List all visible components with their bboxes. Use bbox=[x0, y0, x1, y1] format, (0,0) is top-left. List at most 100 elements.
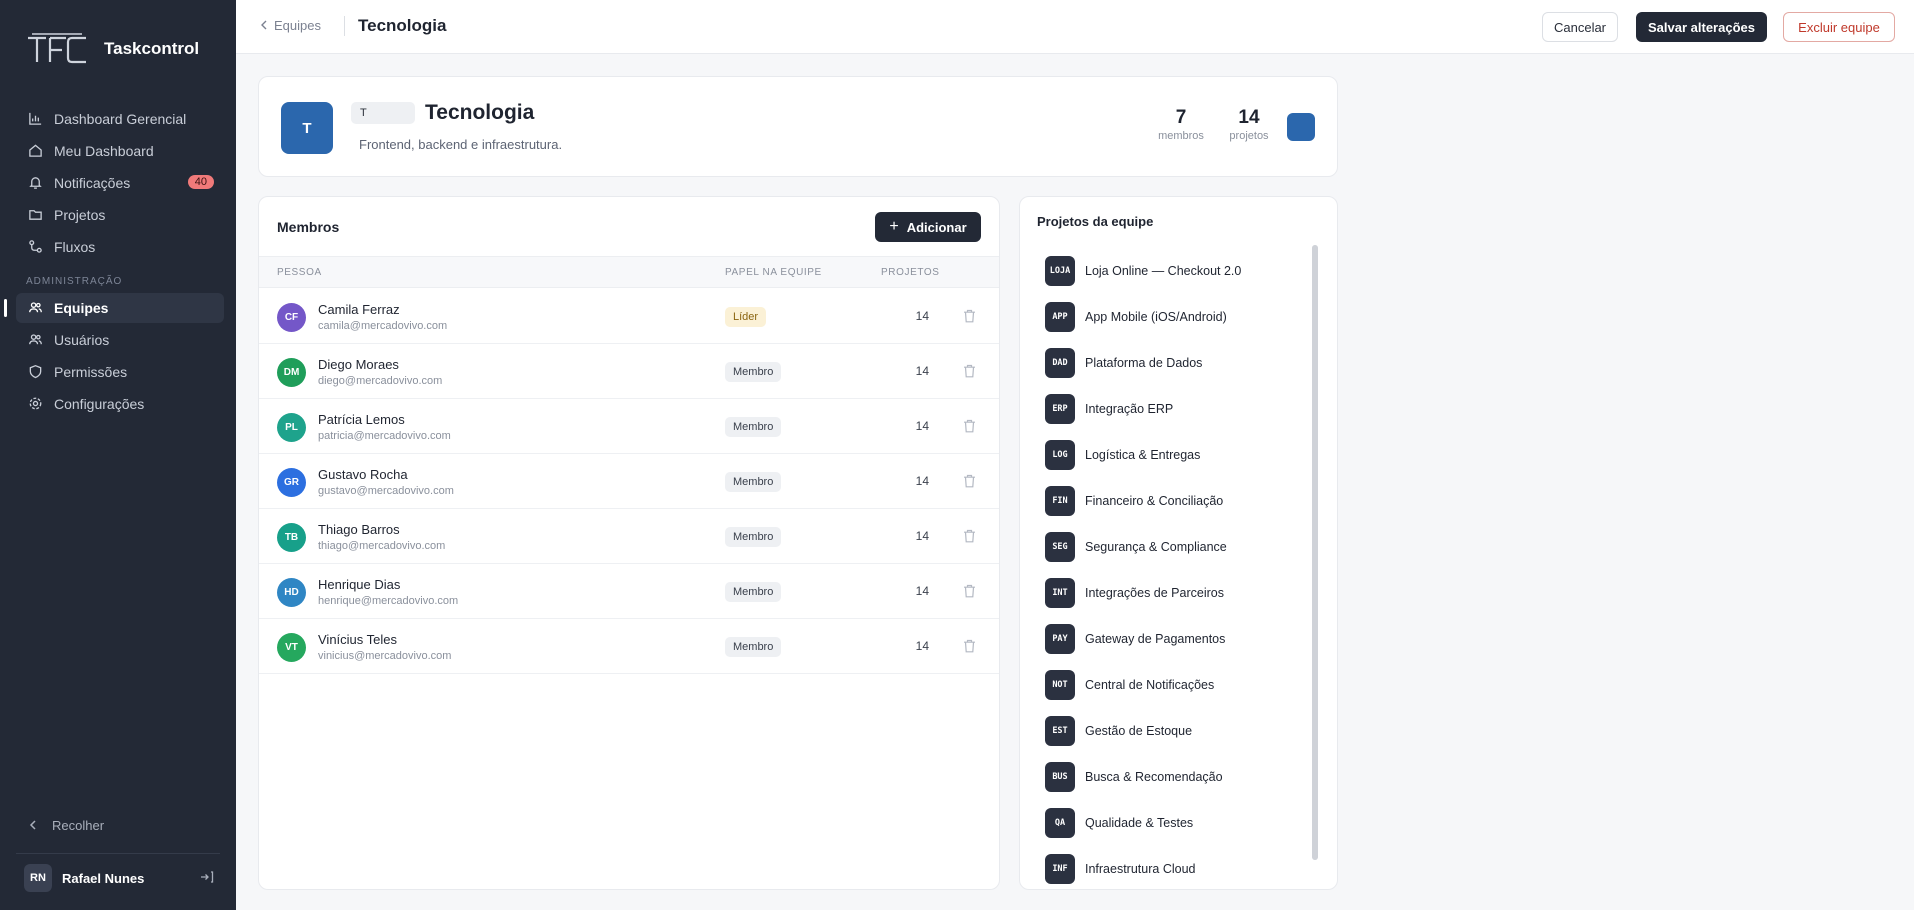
table-row[interactable]: TB Thiago Barros thiago@mercadovivo.com Mem… bbox=[259, 509, 999, 564]
page-title: Tecnologia bbox=[358, 16, 447, 35]
member-projects-count: 14 bbox=[915, 639, 929, 653]
sidebar-item-dashboard-gerencial[interactable]: Dashboard Gerencial bbox=[16, 104, 224, 134]
sidebar-item-fluxos[interactable]: Fluxos bbox=[16, 232, 224, 262]
projects-scrollbar[interactable] bbox=[1312, 245, 1318, 860]
member-projects-count: 14 bbox=[915, 419, 929, 433]
logout-icon[interactable] bbox=[200, 870, 214, 887]
sidebar-item-meu-dashboard[interactable]: Meu Dashboard bbox=[16, 136, 224, 166]
role-badge[interactable]: Membro bbox=[725, 637, 782, 657]
sidebar-item-usuarios[interactable]: Usuários bbox=[16, 325, 224, 355]
trash-icon[interactable] bbox=[963, 474, 976, 491]
user-profile[interactable]: RN Rafael Nunes bbox=[24, 864, 214, 892]
project-name: Loja Online — Checkout 2.0 bbox=[1085, 264, 1242, 278]
list-item[interactable]: NOT Central de Notificações bbox=[1045, 662, 1315, 708]
list-item[interactable]: DAD Plataforma de Dados bbox=[1045, 340, 1315, 386]
team-description[interactable]: Frontend, backend e infraestrutura. bbox=[359, 137, 562, 152]
project-name: Integrações de Parceiros bbox=[1085, 586, 1224, 600]
list-item[interactable]: INF Infraestrutura Cloud bbox=[1045, 846, 1315, 889]
breadcrumb[interactable]: Equipes bbox=[260, 18, 321, 33]
column-projects: PROJETOS bbox=[881, 267, 940, 278]
table-row[interactable]: HD Henrique Dias henrique@mercadovivo.com M… bbox=[259, 564, 999, 619]
cancel-button[interactable]: Cancelar bbox=[1542, 12, 1618, 42]
scrollbar-thumb[interactable] bbox=[1312, 245, 1318, 860]
list-item[interactable]: ERP Integração ERP bbox=[1045, 386, 1315, 432]
chevron-left-icon bbox=[260, 18, 268, 33]
team-name[interactable]: Tecnologia bbox=[425, 101, 534, 125]
role-badge[interactable]: Membro bbox=[725, 472, 782, 492]
list-item[interactable]: BUS Busca & Recomendação bbox=[1045, 754, 1315, 800]
sidebar-section-label: ADMINISTRAÇÃO bbox=[26, 276, 123, 287]
project-code-badge: EST bbox=[1045, 716, 1075, 746]
list-item[interactable]: QA Qualidade & Testes bbox=[1045, 800, 1315, 846]
list-item[interactable]: LOJA Loja Online — Checkout 2.0 bbox=[1045, 248, 1315, 294]
members-count: 7 bbox=[1175, 107, 1187, 128]
table-row[interactable]: GR Gustavo Rocha gustavo@mercadovivo.com Me… bbox=[259, 454, 999, 509]
project-code-badge: BUS bbox=[1045, 762, 1075, 792]
trash-icon[interactable] bbox=[963, 639, 976, 656]
members-card: Membros + Adicionar PESSOA PAPEL NA EQUI… bbox=[258, 196, 1000, 890]
shield-icon bbox=[28, 364, 44, 380]
role-badge[interactable]: Líder bbox=[725, 307, 767, 327]
gear-icon bbox=[28, 396, 44, 412]
role-badge[interactable]: Membro bbox=[725, 527, 782, 547]
team-color-picker[interactable] bbox=[1287, 113, 1315, 141]
list-item[interactable]: FIN Financeiro & Conciliação bbox=[1045, 478, 1315, 524]
sidebar-item-label: Equipes bbox=[54, 300, 109, 316]
sidebar-item-label: Dashboard Gerencial bbox=[54, 111, 187, 127]
list-item[interactable]: SEG Segurança & Compliance bbox=[1045, 524, 1315, 570]
avatar: DM bbox=[277, 358, 306, 387]
trash-icon[interactable] bbox=[963, 309, 976, 326]
member-name: Camila Ferraz bbox=[318, 302, 400, 317]
trash-icon[interactable] bbox=[963, 364, 976, 381]
member-email: vinicius@mercadovivo.com bbox=[318, 650, 452, 662]
brand-name: Taskcontrol bbox=[104, 39, 200, 58]
member-projects-count: 14 bbox=[915, 584, 929, 598]
sidebar-item-label: Configurações bbox=[54, 396, 145, 412]
list-item[interactable]: INT Integrações de Parceiros bbox=[1045, 570, 1315, 616]
table-row[interactable]: VT Vinícius Teles vinicius@mercadovivo.com… bbox=[259, 619, 999, 674]
sidebar-item-label: Fluxos bbox=[54, 239, 96, 255]
delete-team-button[interactable]: Excluir equipe bbox=[1783, 12, 1895, 42]
project-code-badge: ERP bbox=[1045, 394, 1075, 424]
topbar: Equipes Tecnologia Cancelar Salvar alter… bbox=[236, 0, 1914, 54]
project-name: Central de Notificações bbox=[1085, 678, 1215, 692]
project-name: App Mobile (iOS/Android) bbox=[1085, 310, 1227, 324]
sidebar-item-label: Projetos bbox=[54, 207, 106, 223]
table-row[interactable]: CF Camila Ferraz camila@mercadovivo.com Líd… bbox=[259, 289, 999, 344]
list-item[interactable]: LOG Logística & Entregas bbox=[1045, 432, 1315, 478]
projects-label: projetos bbox=[1229, 130, 1269, 142]
member-email: henrique@mercadovivo.com bbox=[318, 595, 459, 607]
list-item[interactable]: EST Gestão de Estoque bbox=[1045, 708, 1315, 754]
brand[interactable]: Taskcontrol bbox=[26, 32, 199, 66]
table-row[interactable]: PL Patrícia Lemos patricia@mercadovivo.com… bbox=[259, 399, 999, 454]
list-item[interactable]: PAY Gateway de Pagamentos bbox=[1045, 616, 1315, 662]
sidebar-item-configuracoes[interactable]: Configurações bbox=[16, 389, 224, 419]
team-initial-input[interactable] bbox=[351, 102, 415, 124]
sidebar-item-notificacoes[interactable]: Notificações 40 bbox=[16, 168, 224, 198]
member-projects-count: 14 bbox=[915, 474, 929, 488]
list-item[interactable]: APP App Mobile (iOS/Android) bbox=[1045, 294, 1315, 340]
sidebar-nav: Dashboard Gerencial Meu Dashboard Notifi… bbox=[0, 104, 236, 421]
project-code-badge: FIN bbox=[1045, 486, 1075, 516]
role-badge[interactable]: Membro bbox=[725, 362, 782, 382]
collapse-sidebar-button[interactable]: Recolher bbox=[28, 818, 104, 833]
add-member-button[interactable]: + Adicionar bbox=[875, 212, 981, 242]
save-button[interactable]: Salvar alterações bbox=[1636, 12, 1767, 42]
collapse-label: Recolher bbox=[52, 818, 105, 833]
user-name: Rafael Nunes bbox=[62, 870, 145, 886]
sidebar-item-permissoes[interactable]: Permissões bbox=[16, 357, 224, 387]
team-projects-card: Projetos da equipe LOJA Loja Online — Che… bbox=[1019, 196, 1338, 890]
trash-icon[interactable] bbox=[963, 584, 976, 601]
sidebar-item-equipes[interactable]: Equipes bbox=[4, 293, 224, 323]
sidebar-item-projetos[interactable]: Projetos bbox=[16, 200, 224, 230]
trash-icon[interactable] bbox=[963, 419, 976, 436]
role-badge[interactable]: Membro bbox=[725, 417, 782, 437]
member-name: Thiago Barros bbox=[318, 522, 400, 537]
trash-icon[interactable] bbox=[963, 529, 976, 546]
project-name: Busca & Recomendação bbox=[1085, 770, 1223, 784]
sidebar-item-label: Meu Dashboard bbox=[54, 143, 154, 159]
table-row[interactable]: DM Diego Moraes diego@mercadovivo.com Membr… bbox=[259, 344, 999, 399]
role-badge[interactable]: Membro bbox=[725, 582, 782, 602]
avatar: GR bbox=[277, 468, 306, 497]
members-title: Membros bbox=[277, 219, 340, 235]
